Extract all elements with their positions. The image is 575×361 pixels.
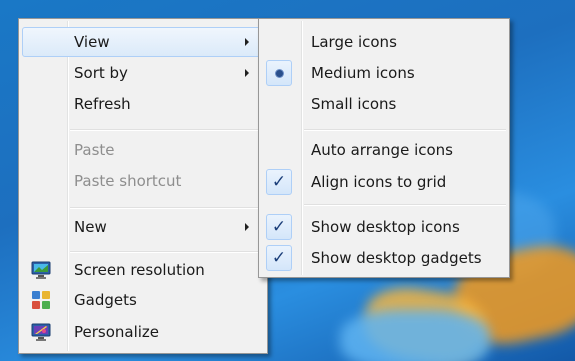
menu-item-show-desktop-icons[interactable]: ✓ Show desktop icons: [262, 212, 506, 242]
menu-item-sort-by[interactable]: Sort by: [22, 58, 264, 88]
menu-item-small-icons[interactable]: Small icons: [262, 89, 506, 119]
submenu-arrow-icon: [245, 69, 249, 77]
menu-item-label: Align icons to grid: [311, 173, 447, 191]
menu-item-label: Show desktop gadgets: [311, 249, 482, 267]
menu-separator: [70, 251, 264, 253]
menu-item-personalize[interactable]: Personalize: [22, 317, 264, 347]
menu-item-label: Auto arrange icons: [311, 141, 453, 159]
menu-separator: [70, 129, 264, 131]
menu-item-large-icons[interactable]: Large icons: [262, 27, 506, 57]
menu-item-auto-arrange-icons[interactable]: Auto arrange icons: [262, 135, 506, 165]
menu-item-new[interactable]: New: [22, 212, 264, 242]
menu-item-align-icons-to-grid[interactable]: ✓ Align icons to grid: [262, 167, 506, 197]
menu-separator: [70, 207, 264, 209]
checkmark-icon: ✓: [266, 169, 292, 195]
menu-item-label: Paste: [74, 141, 115, 159]
menu-item-label: Small icons: [311, 95, 397, 113]
menu-item-label: Sort by: [74, 64, 128, 82]
menu-item-medium-icons[interactable]: Medium icons: [262, 58, 506, 88]
menu-item-refresh[interactable]: Refresh: [22, 89, 264, 119]
menu-item-label: Personalize: [74, 323, 160, 341]
checkmark-icon: ✓: [266, 245, 292, 271]
menu-item-show-desktop-gadgets[interactable]: ✓ Show desktop gadgets: [262, 243, 506, 273]
menu-item-label: Show desktop icons: [311, 218, 460, 236]
menu-item-label: Paste shortcut: [74, 172, 182, 190]
menu-item-label: View: [74, 33, 110, 51]
submenu-arrow-icon: [245, 223, 249, 231]
screen-resolution-icon: [31, 261, 51, 279]
gadgets-icon: [32, 291, 50, 309]
view-submenu: Large icons Medium icons Small icons Aut…: [258, 18, 510, 278]
radio-selected-icon: [266, 60, 292, 86]
menu-item-label: New: [74, 218, 107, 236]
personalize-icon: [31, 323, 51, 341]
checkmark-icon: ✓: [266, 214, 292, 240]
menu-item-paste[interactable]: Paste: [22, 135, 264, 165]
menu-item-screen-resolution[interactable]: Screen resolution: [22, 255, 264, 285]
menu-item-label: Medium icons: [311, 64, 415, 82]
menu-item-gadgets[interactable]: Gadgets: [22, 285, 264, 315]
submenu-arrow-icon: [245, 38, 249, 46]
desktop-context-menu: View Sort by Refresh Paste Paste shortcu…: [18, 18, 268, 354]
menu-item-view[interactable]: View: [22, 27, 264, 57]
menu-item-label: Screen resolution: [74, 261, 205, 279]
wallpaper-shape: [340, 310, 490, 361]
menu-separator: [304, 129, 506, 131]
menu-item-label: Large icons: [311, 33, 397, 51]
menu-item-paste-shortcut[interactable]: Paste shortcut: [22, 166, 264, 196]
menu-item-label: Gadgets: [74, 291, 137, 309]
menu-separator: [304, 204, 506, 206]
menu-item-label: Refresh: [74, 95, 131, 113]
